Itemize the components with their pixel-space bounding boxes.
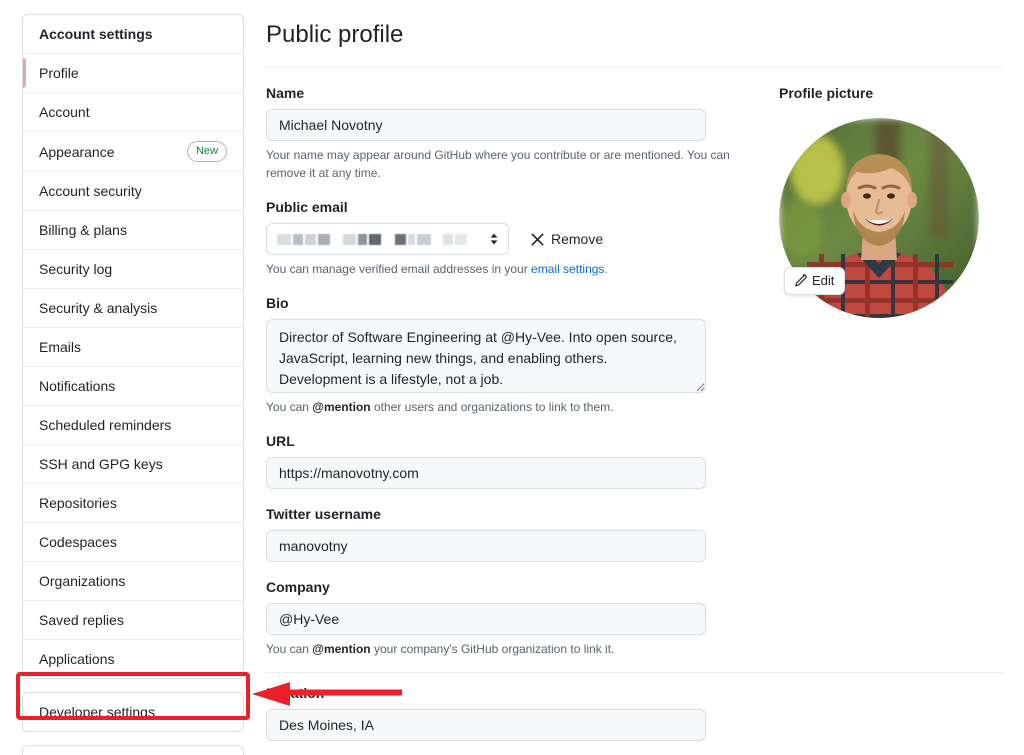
sidebar-item-label: Security log — [39, 261, 113, 277]
help-prefix: You can — [266, 642, 313, 656]
email-settings-link[interactable]: email settings — [531, 262, 604, 276]
sidebar-item-label: Repositories — [39, 495, 117, 511]
edit-avatar-button[interactable]: Edit — [784, 267, 846, 295]
name-help-text: Your name may appear around GitHub where… — [266, 148, 730, 180]
sidebar-item-appearance[interactable]: Appearance New — [23, 132, 243, 172]
field-company: Company You can @mention your company's … — [266, 579, 766, 658]
company-label: Company — [266, 579, 330, 595]
bio-textarea[interactable] — [266, 319, 706, 393]
settings-page: Account settings Profile Account Appeara… — [0, 0, 1024, 755]
avatar-wrapper: Edit — [779, 118, 979, 318]
sidebar-item-scheduled-reminders[interactable]: Scheduled reminders — [23, 406, 243, 445]
field-url: URL — [266, 433, 766, 489]
help-suffix: your company's GitHub organization to li… — [370, 642, 615, 656]
profile-form: Name Your name may appear around GitHub … — [266, 68, 1003, 741]
help-prefix: You can — [266, 400, 313, 414]
mention-keyword: @mention — [312, 400, 371, 414]
url-input[interactable] — [266, 457, 706, 489]
profile-picture-label: Profile picture — [779, 85, 874, 101]
field-bio: Bio You can @mention other users and org… — [266, 295, 766, 416]
twitter-username-input[interactable] — [266, 530, 706, 562]
sidebar-item-label: Applications — [39, 651, 115, 667]
remove-email-button[interactable]: Remove — [531, 229, 603, 249]
sidebar-item-emails[interactable]: Emails — [23, 328, 243, 367]
sidebar-item-saved-replies[interactable]: Saved replies — [23, 601, 243, 640]
sidebar-item-label: Emails — [39, 339, 82, 355]
sidebar-item-applications[interactable]: Applications — [23, 640, 243, 678]
sidebar-item-label: Billing & plans — [39, 222, 127, 238]
name-input[interactable] — [266, 109, 706, 141]
location-label: Location — [266, 685, 325, 701]
sidebar-item-label: Saved replies — [39, 612, 124, 628]
sidebar-item-label: Security & analysis — [39, 300, 158, 316]
bio-label: Bio — [266, 295, 289, 311]
sidebar-item-ssh-and-gpg-keys[interactable]: SSH and GPG keys — [23, 445, 243, 484]
nav-heading-moderation-settings: Moderation settings — [23, 746, 243, 755]
settings-sidebar: Account settings Profile Account Appeara… — [22, 14, 244, 755]
sidebar-item-label: Scheduled reminders — [39, 417, 172, 433]
name-label: Name — [266, 85, 305, 101]
profile-picture-section: Profile picture Edit — [766, 68, 1024, 741]
profile-columns: Name Your name may appear around GitHub … — [266, 68, 1024, 741]
sidebar-item-organizations[interactable]: Organizations — [23, 562, 243, 601]
sidebar-item-label: Account security — [39, 183, 142, 199]
public-email-row: Remove — [266, 223, 766, 255]
sidebar-item-label: Organizations — [39, 573, 126, 589]
moderation-settings-nav: Moderation settings — [22, 745, 244, 755]
help-suffix: other users and organizations to link to… — [370, 400, 614, 414]
sidebar-item-label: Appearance — [39, 143, 115, 160]
sidebar-item-account[interactable]: Account — [23, 93, 243, 132]
edit-avatar-label: Edit — [812, 273, 835, 288]
sidebar-item-label: Developer settings — [39, 704, 155, 720]
field-location: Location — [266, 685, 766, 741]
main-content: Public profile Name Your name may appear… — [266, 0, 1024, 755]
sidebar-item-label: Notifications — [39, 378, 116, 394]
twitter-username-label: Twitter username — [266, 506, 381, 522]
select-caret-icon — [489, 231, 499, 247]
field-twitter-username: Twitter username — [266, 506, 766, 562]
url-label: URL — [266, 433, 295, 449]
sidebar-item-repositories[interactable]: Repositories — [23, 484, 243, 523]
mention-keyword: @mention — [312, 642, 371, 656]
redacted-email-value — [277, 233, 469, 245]
pencil-icon — [793, 274, 807, 288]
help-prefix: You can manage verified email addresses … — [266, 262, 532, 276]
sidebar-item-codespaces[interactable]: Codespaces — [23, 523, 243, 562]
company-input[interactable] — [266, 603, 706, 635]
sidebar-item-label: Codespaces — [39, 534, 117, 550]
location-input[interactable] — [266, 709, 706, 741]
help-suffix: . — [604, 262, 608, 276]
sidebar-item-notifications[interactable]: Notifications — [23, 367, 243, 406]
sidebar-item-account-security[interactable]: Account security — [23, 172, 243, 211]
company-help-text: You can @mention your company's GitHub o… — [266, 640, 736, 658]
bio-help-text: You can @mention other users and organiz… — [266, 398, 736, 416]
close-icon — [531, 233, 544, 246]
sidebar-item-billing-and-plans[interactable]: Billing & plans — [23, 211, 243, 250]
remove-email-label: Remove — [551, 231, 604, 247]
public-email-select[interactable] — [266, 223, 509, 255]
public-email-help-text: You can manage verified email addresses … — [266, 260, 736, 278]
sidebar-item-label: Profile — [39, 65, 79, 81]
sidebar-item-security-and-analysis[interactable]: Security & analysis — [23, 289, 243, 328]
sidebar-item-security-log[interactable]: Security log — [23, 250, 243, 289]
field-public-email: Public email Remove You can manage verif… — [266, 199, 766, 278]
account-settings-nav: Account settings Profile Account Appeara… — [22, 14, 244, 679]
developer-settings-nav: Developer settings — [22, 692, 244, 732]
public-email-label: Public email — [266, 199, 348, 215]
field-name: Name Your name may appear around GitHub … — [266, 85, 766, 182]
sidebar-item-developer-settings[interactable]: Developer settings — [23, 693, 243, 731]
page-title: Public profile — [266, 21, 404, 48]
sidebar-item-profile[interactable]: Profile — [23, 54, 243, 93]
new-badge: New — [186, 141, 227, 162]
sidebar-item-label: Account — [39, 104, 90, 120]
nav-heading-account-settings: Account settings — [23, 15, 243, 54]
field-profile-picture: Profile picture Edit — [779, 85, 1024, 318]
sidebar-item-label: SSH and GPG keys — [39, 456, 163, 472]
